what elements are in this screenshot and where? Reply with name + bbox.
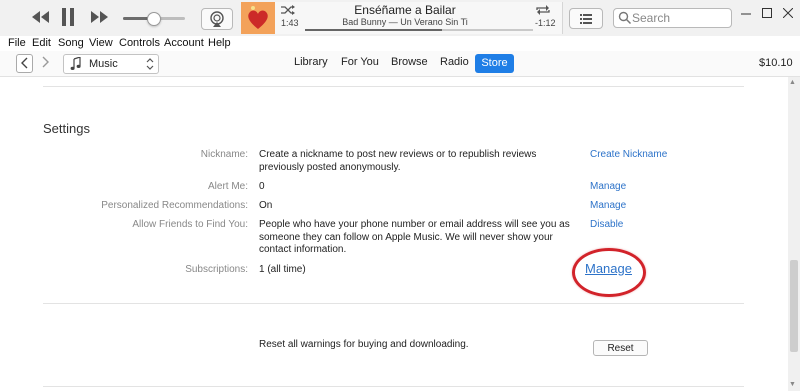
- menu-edit[interactable]: Edit: [32, 37, 51, 49]
- allow-friends-label: Allow Friends to Find You:: [132, 219, 248, 230]
- volume-knob[interactable]: [146, 12, 161, 26]
- menu-help[interactable]: Help: [208, 37, 231, 49]
- menu-view[interactable]: View: [89, 37, 113, 49]
- search-icon: [618, 11, 632, 25]
- title-bar: Enséñame a Bailar Bad Bunny — Un Verano …: [0, 0, 800, 37]
- tab-library[interactable]: Library: [294, 56, 328, 68]
- album-art-heart-image: [241, 2, 275, 34]
- account-balance: $10.10: [759, 57, 793, 69]
- menu-song[interactable]: Song: [58, 37, 84, 49]
- airplay-icon: [210, 11, 224, 27]
- forward-button[interactable]: [37, 54, 52, 71]
- alert-me-label: Alert Me:: [207, 181, 248, 192]
- chevron-left-icon: [20, 57, 27, 69]
- allow-friends-description: People who have your phone number or ema…: [259, 219, 570, 255]
- next-track-button[interactable]: [90, 9, 110, 30]
- maximize-icon: [762, 8, 772, 18]
- alert-me-manage-link[interactable]: Manage: [590, 181, 626, 192]
- scrollbar-thumb[interactable]: [790, 260, 798, 352]
- nickname-label: Nickname:: [200, 149, 248, 160]
- menu-file[interactable]: File: [8, 37, 26, 49]
- chevron-right-icon: [42, 56, 49, 68]
- tab-browse[interactable]: Browse: [391, 56, 428, 68]
- personalized-recommendations-value: On: [259, 200, 273, 211]
- nickname-description: Create a nickname to post new reviews or…: [259, 149, 537, 173]
- chevron-up-down-icon: [146, 58, 154, 70]
- menu-account[interactable]: Account: [164, 37, 204, 49]
- pause-button[interactable]: [60, 7, 76, 32]
- reset-warnings-text: Reset all warnings for buying and downlo…: [259, 339, 469, 350]
- navigation-bar: Music Library For You Browse Radio Store…: [0, 51, 800, 77]
- close-icon: [782, 7, 794, 19]
- pause-icon: [62, 8, 74, 26]
- tab-store[interactable]: Store: [475, 54, 514, 73]
- personalized-recommendations-label: Personalized Recommendations:: [101, 200, 248, 211]
- menu-bar: File Edit Song View Controls Account Hel…: [0, 36, 800, 51]
- minimize-button[interactable]: [741, 5, 751, 21]
- settings-heading: Settings: [43, 121, 90, 136]
- menu-controls[interactable]: Controls: [119, 37, 160, 49]
- previous-track-button[interactable]: [30, 9, 50, 30]
- search-input[interactable]: [632, 10, 726, 25]
- fast-forward-icon: [91, 11, 108, 23]
- search-box[interactable]: [613, 8, 732, 28]
- album-art[interactable]: [241, 2, 275, 34]
- elapsed-time: 1:43: [281, 18, 299, 28]
- tab-for-you[interactable]: For You: [341, 56, 379, 68]
- back-button[interactable]: [16, 54, 33, 73]
- tab-radio[interactable]: Radio: [440, 56, 469, 68]
- airplay-button[interactable]: [201, 8, 233, 30]
- section-divider: [43, 303, 744, 304]
- list-icon: [580, 14, 592, 24]
- music-note-icon: [70, 57, 81, 70]
- media-type-label: Music: [89, 58, 118, 70]
- scroll-up-icon[interactable]: ▲: [789, 79, 796, 86]
- media-type-selector[interactable]: Music: [63, 54, 159, 74]
- repeat-icon[interactable]: [535, 3, 551, 21]
- song-artist-album: Bad Bunny — Un Verano Sin Ti: [342, 17, 468, 27]
- subscriptions-value: 1 (all time): [259, 264, 306, 275]
- up-next-list-button[interactable]: [569, 8, 603, 29]
- playback-progress-fill: [305, 29, 442, 31]
- highlight-annotation-circle: [572, 248, 646, 297]
- allow-friends-disable-link[interactable]: Disable: [590, 219, 623, 230]
- maximize-button[interactable]: [762, 5, 772, 21]
- subscriptions-label: Subscriptions:: [185, 264, 248, 275]
- alert-me-value: 0: [259, 181, 265, 192]
- close-button[interactable]: [782, 5, 794, 21]
- scroll-down-icon[interactable]: ▼: [789, 381, 796, 388]
- personalized-recommendations-manage-link[interactable]: Manage: [590, 200, 626, 211]
- minimize-icon: [741, 13, 751, 15]
- section-divider: [43, 386, 744, 387]
- reset-button[interactable]: Reset: [593, 340, 648, 356]
- song-title: Enséñame a Bailar: [354, 3, 456, 17]
- rewind-icon: [32, 11, 49, 23]
- create-nickname-link[interactable]: Create Nickname: [590, 149, 667, 160]
- section-divider: [43, 86, 744, 87]
